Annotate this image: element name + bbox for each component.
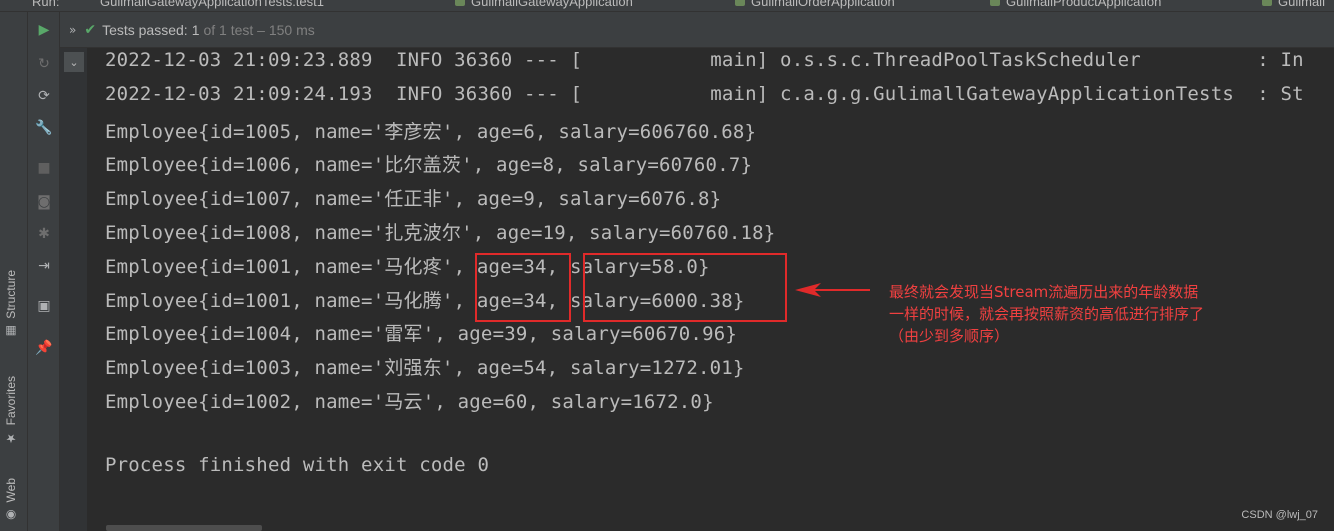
salary-highlight-box <box>583 253 787 322</box>
structure-label: Structure <box>4 270 18 319</box>
chevron-down-icon: ⌄ <box>69 55 79 69</box>
star-icon: ★ <box>4 431 18 446</box>
web-tool-button[interactable]: ◉ Web <box>4 478 18 522</box>
favorites-tool-button[interactable]: ★ Favorites <box>4 376 18 445</box>
run-config-icon <box>455 0 465 6</box>
annotation-line: （由少到多顺序） <box>889 327 1010 345</box>
console-line: Employee{id=1005, name='李彦宏', age=6, sal… <box>105 121 757 143</box>
console-line: Employee{id=1003, name='刘强东', age=54, sa… <box>105 357 745 379</box>
console-line: 2022-12-03 21:09:24.193 INFO 36360 --- [… <box>105 83 1304 105</box>
console-line: Employee{id=1008, name='扎克波尔', age=19, s… <box>105 222 776 244</box>
console-line: 2022-12-03 21:09:23.889 INFO 36360 --- [… <box>105 49 1304 71</box>
tab-gateway-tests-label: GulimallGatewayApplicationTests.test1 <box>100 0 324 9</box>
favorites-label: Favorites <box>4 376 18 426</box>
run-toolbar: ▶ ↻ ⟳ 🔧 ■ ◙ ✱ ⇥ ▣ 📌 <box>28 12 60 531</box>
expand-chevrons-icon[interactable]: » <box>69 23 76 37</box>
tab-gateway-application[interactable]: GulimallGatewayApplication <box>455 0 633 10</box>
tab-product-application[interactable]: GulimallProductApplication <box>990 0 1161 10</box>
collapse-button[interactable]: ⌄ <box>64 52 84 72</box>
annotation-arrow-icon <box>795 283 870 297</box>
rerun-failed-button[interactable]: ↻ <box>34 54 54 74</box>
annotation-note: 最终就会发现当Stream流遍历出来的年龄数据 一样的时候，就会再按照薪资的高低… <box>889 281 1269 347</box>
tab-order-application[interactable]: GulimallOrderApplication <box>735 0 895 10</box>
age-highlight-box <box>475 253 571 322</box>
debug-settings-button[interactable]: ✱ <box>34 224 54 244</box>
pin-icon: 📌 <box>35 340 53 356</box>
check-icon: ✔ <box>84 21 97 38</box>
layout-icon: ▣ <box>37 298 51 314</box>
wrench-icon: 🔧 <box>35 120 53 136</box>
run-label: Run: <box>32 0 60 9</box>
test-status-bar: » ✔ Tests passed: 1 of 1 test – 150 ms <box>60 12 1334 48</box>
web-label: Web <box>4 478 18 503</box>
annotation-line: 最终就会发现当Stream流遍历出来的年龄数据 <box>889 283 1199 301</box>
process-finished-line: Process finished with exit code 0 <box>105 454 490 476</box>
globe-icon: ◉ <box>4 508 18 523</box>
console-line: Employee{id=1006, name='比尔盖茨', age=8, sa… <box>105 154 753 176</box>
console-line: Employee{id=1002, name='马云', age=60, sal… <box>105 391 714 413</box>
annotation-line: 一样的时候，就会再按照薪资的高低进行排序了 <box>889 305 1205 323</box>
structure-icon: ▦ <box>4 324 18 339</box>
restore-layout-button[interactable]: ⇥ <box>34 256 54 276</box>
rerun-button[interactable]: ▶ <box>34 20 54 40</box>
stop-icon: ■ <box>37 160 51 176</box>
horizontal-scrollbar[interactable] <box>106 525 262 531</box>
run-tab-strip: Run: GulimallGatewayApplicationTests.tes… <box>0 0 1334 12</box>
tab-gateway-application-label: GulimallGatewayApplication <box>471 0 633 9</box>
console-gutter: ⌄ <box>60 48 88 531</box>
console-line: Employee{id=1007, name='任正非', age=9, sal… <box>105 188 722 210</box>
structure-tool-button[interactable]: ▦ Structure <box>4 270 18 339</box>
layout-button[interactable]: ▣ <box>34 296 54 316</box>
run-config-icon <box>1262 0 1272 6</box>
tests-passed-count: 1 <box>191 21 200 38</box>
toggle-auto-test-button[interactable]: ⟳ <box>34 86 54 106</box>
run-config-icon <box>735 0 745 6</box>
login-icon: ⇥ <box>38 258 50 274</box>
tab-gulimall[interactable]: Gulimall <box>1262 0 1325 10</box>
watermark: CSDN @lwj_07 <box>1241 509 1318 521</box>
auto-test-icon: ⟳ <box>38 88 50 104</box>
tests-summary: of 1 test – 150 ms <box>203 21 315 38</box>
rerun-failed-icon: ↻ <box>38 56 50 72</box>
settings-button[interactable]: 🔧 <box>34 118 54 138</box>
gear-icon: ✱ <box>38 226 50 242</box>
side-tool-strip: ▦ Structure ★ Favorites ◉ Web <box>0 12 28 531</box>
camera-icon: ◙ <box>37 194 51 210</box>
run-config-icon <box>990 0 1000 6</box>
stop-button[interactable]: ■ <box>34 158 54 178</box>
tab-order-application-label: GulimallOrderApplication <box>751 0 895 9</box>
tab-gateway-tests[interactable]: GulimallGatewayApplicationTests.test1 <box>100 0 324 10</box>
console-line: Employee{id=1004, name='雷军', age=39, sal… <box>105 323 737 345</box>
tab-gulimall-label: Gulimall <box>1278 0 1325 9</box>
tab-product-application-label: GulimallProductApplication <box>1006 0 1162 9</box>
dump-threads-button[interactable]: ◙ <box>34 192 54 212</box>
play-icon: ▶ <box>38 22 50 38</box>
pin-tab-button[interactable]: 📌 <box>34 338 54 358</box>
tests-passed-label: Tests passed: <box>102 21 188 38</box>
